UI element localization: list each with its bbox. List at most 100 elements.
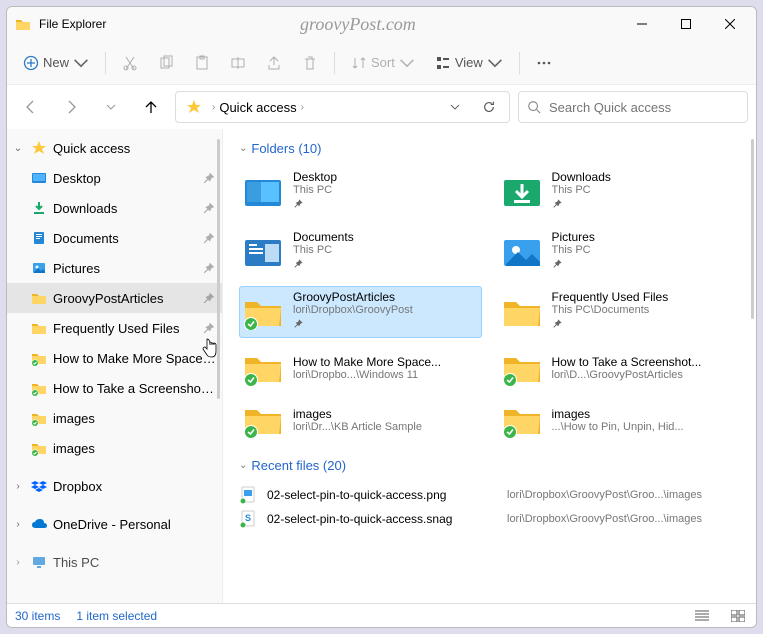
sidebar-item-label: OneDrive - Personal (53, 517, 216, 532)
recent-button[interactable] (95, 91, 127, 123)
scrollbar[interactable] (217, 139, 220, 399)
forward-button[interactable] (55, 91, 87, 123)
folder-path: lori\Dropbo...\Windows 11 (293, 369, 478, 381)
address-dropdown-button[interactable] (439, 91, 471, 123)
paste-button[interactable] (186, 47, 218, 79)
file-name: 02-select-pin-to-quick-access.png (267, 488, 497, 502)
folder-item[interactable]: GroovyPostArticles lori\Dropbox\GroovyPo… (239, 286, 482, 338)
chevron-right-icon[interactable]: › (11, 557, 25, 568)
breadcrumb-box[interactable]: › Quick access › (175, 91, 510, 123)
view-button[interactable]: View (427, 47, 511, 79)
sidebar-item[interactable]: Frequently Used Files (7, 313, 222, 343)
paste-icon (194, 55, 210, 71)
sidebar-item[interactable]: How to Take a Screenshot on (7, 373, 222, 403)
sidebar-item[interactable]: How to Make More Space Av (7, 343, 222, 373)
pin-icon (552, 198, 563, 209)
folder-item[interactable]: images lori\Dr...\KB Article Sample (239, 398, 482, 442)
large-icons-view-button[interactable] (728, 608, 748, 624)
sidebar: ⌄ Quick access Desktop Downloads Documen… (7, 129, 223, 603)
chevron-right-icon: › (212, 102, 215, 113)
pin-icon (552, 258, 563, 269)
folder-item[interactable]: Frequently Used Files This PC\Documents (498, 286, 741, 338)
search-input[interactable] (549, 100, 739, 115)
breadcrumb[interactable]: Quick access (219, 100, 296, 115)
chevron-down-icon (73, 55, 89, 71)
sidebar-item[interactable]: Documents (7, 223, 222, 253)
pin-icon (202, 261, 216, 275)
sidebar-item[interactable]: Pictures (7, 253, 222, 283)
recent-file-item[interactable]: 02-select-pin-to-quick-access.png lori\D… (239, 483, 740, 507)
sidebar-item-this-pc[interactable]: › This PC (7, 547, 222, 577)
folder-path: ...\How to Pin, Unpin, Hid... (552, 421, 737, 433)
folder-item[interactable]: How to Take a Screenshot... lori\D...\Gr… (498, 346, 741, 390)
folder-sync-big-icon (502, 402, 542, 438)
sidebar-item[interactable]: images (7, 433, 222, 463)
chevron-down-icon[interactable]: ⌄ (11, 143, 25, 154)
back-button[interactable] (15, 91, 47, 123)
folder-path: This PC\Documents (552, 304, 737, 316)
folder-sync-big-icon (243, 350, 283, 386)
share-button[interactable] (258, 47, 290, 79)
sidebar-item[interactable]: Downloads (7, 193, 222, 223)
details-view-button[interactable] (692, 608, 712, 624)
scrollbar[interactable] (751, 139, 754, 319)
watermark: groovyPost.com (300, 14, 416, 35)
chevron-down-icon (487, 55, 503, 71)
folder-item[interactable]: Desktop This PC (239, 166, 482, 218)
chevron-right-icon: › (301, 102, 304, 113)
sidebar-item[interactable]: images (7, 403, 222, 433)
folder-path: This PC (293, 244, 478, 256)
recent-file-item[interactable]: 02-select-pin-to-quick-access.snag lori\… (239, 507, 740, 531)
titlebar: File Explorer groovyPost.com (7, 7, 756, 41)
delete-button[interactable] (294, 47, 326, 79)
sidebar-item[interactable]: Desktop (7, 163, 222, 193)
sort-button[interactable]: Sort (343, 47, 423, 79)
more-icon (536, 55, 552, 71)
cut-button[interactable] (114, 47, 146, 79)
folder-name: Frequently Used Files (552, 290, 737, 304)
close-button[interactable] (708, 9, 752, 39)
chevron-right-icon[interactable]: › (11, 519, 25, 530)
onedrive-icon (31, 516, 47, 532)
content-pane: ⌄ Folders (10) Desktop This PC Downloads… (223, 129, 756, 603)
desktop-big-icon (243, 174, 283, 210)
chevron-right-icon[interactable]: › (11, 481, 25, 492)
recent-header[interactable]: ⌄ Recent files (20) (239, 458, 740, 473)
folder-name: Downloads (552, 170, 737, 184)
more-button[interactable] (528, 47, 560, 79)
folder-item[interactable]: Documents This PC (239, 226, 482, 278)
sort-icon (351, 55, 367, 71)
folder-sync-icon (31, 350, 47, 366)
sidebar-item-onedrive[interactable]: › OneDrive - Personal (7, 509, 222, 539)
thispc-icon (31, 554, 47, 570)
folders-header[interactable]: ⌄ Folders (10) (239, 141, 740, 156)
sidebar-item-quick-access[interactable]: ⌄ Quick access (7, 133, 222, 163)
pictures-icon (31, 260, 47, 276)
pictures-big-icon (502, 234, 542, 270)
folder-name: Documents (293, 230, 478, 244)
toolbar: New Sort View (7, 41, 756, 85)
refresh-button[interactable] (473, 91, 505, 123)
folder-item[interactable]: Downloads This PC (498, 166, 741, 218)
copy-button[interactable] (150, 47, 182, 79)
folder-item[interactable]: images ...\How to Pin, Unpin, Hid... (498, 398, 741, 442)
sidebar-item-label: Dropbox (53, 479, 216, 494)
minimize-button[interactable] (620, 9, 664, 39)
sidebar-item[interactable]: GroovyPostArticles (7, 283, 222, 313)
up-button[interactable] (135, 91, 167, 123)
pin-icon (202, 321, 216, 335)
sidebar-item-dropbox[interactable]: › Dropbox (7, 471, 222, 501)
chevron-down-icon: ⌄ (239, 143, 247, 154)
pin-icon (202, 171, 216, 185)
maximize-button[interactable] (664, 9, 708, 39)
downloads-icon (31, 200, 47, 216)
new-button[interactable]: New (15, 47, 97, 79)
documents-icon (31, 230, 47, 246)
folder-item[interactable]: Pictures This PC (498, 226, 741, 278)
share-icon (266, 55, 282, 71)
search-box[interactable] (518, 91, 748, 123)
pin-icon (293, 198, 304, 209)
rename-button[interactable] (222, 47, 254, 79)
folder-item[interactable]: How to Make More Space... lori\Dropbo...… (239, 346, 482, 390)
pin-icon (293, 318, 304, 329)
